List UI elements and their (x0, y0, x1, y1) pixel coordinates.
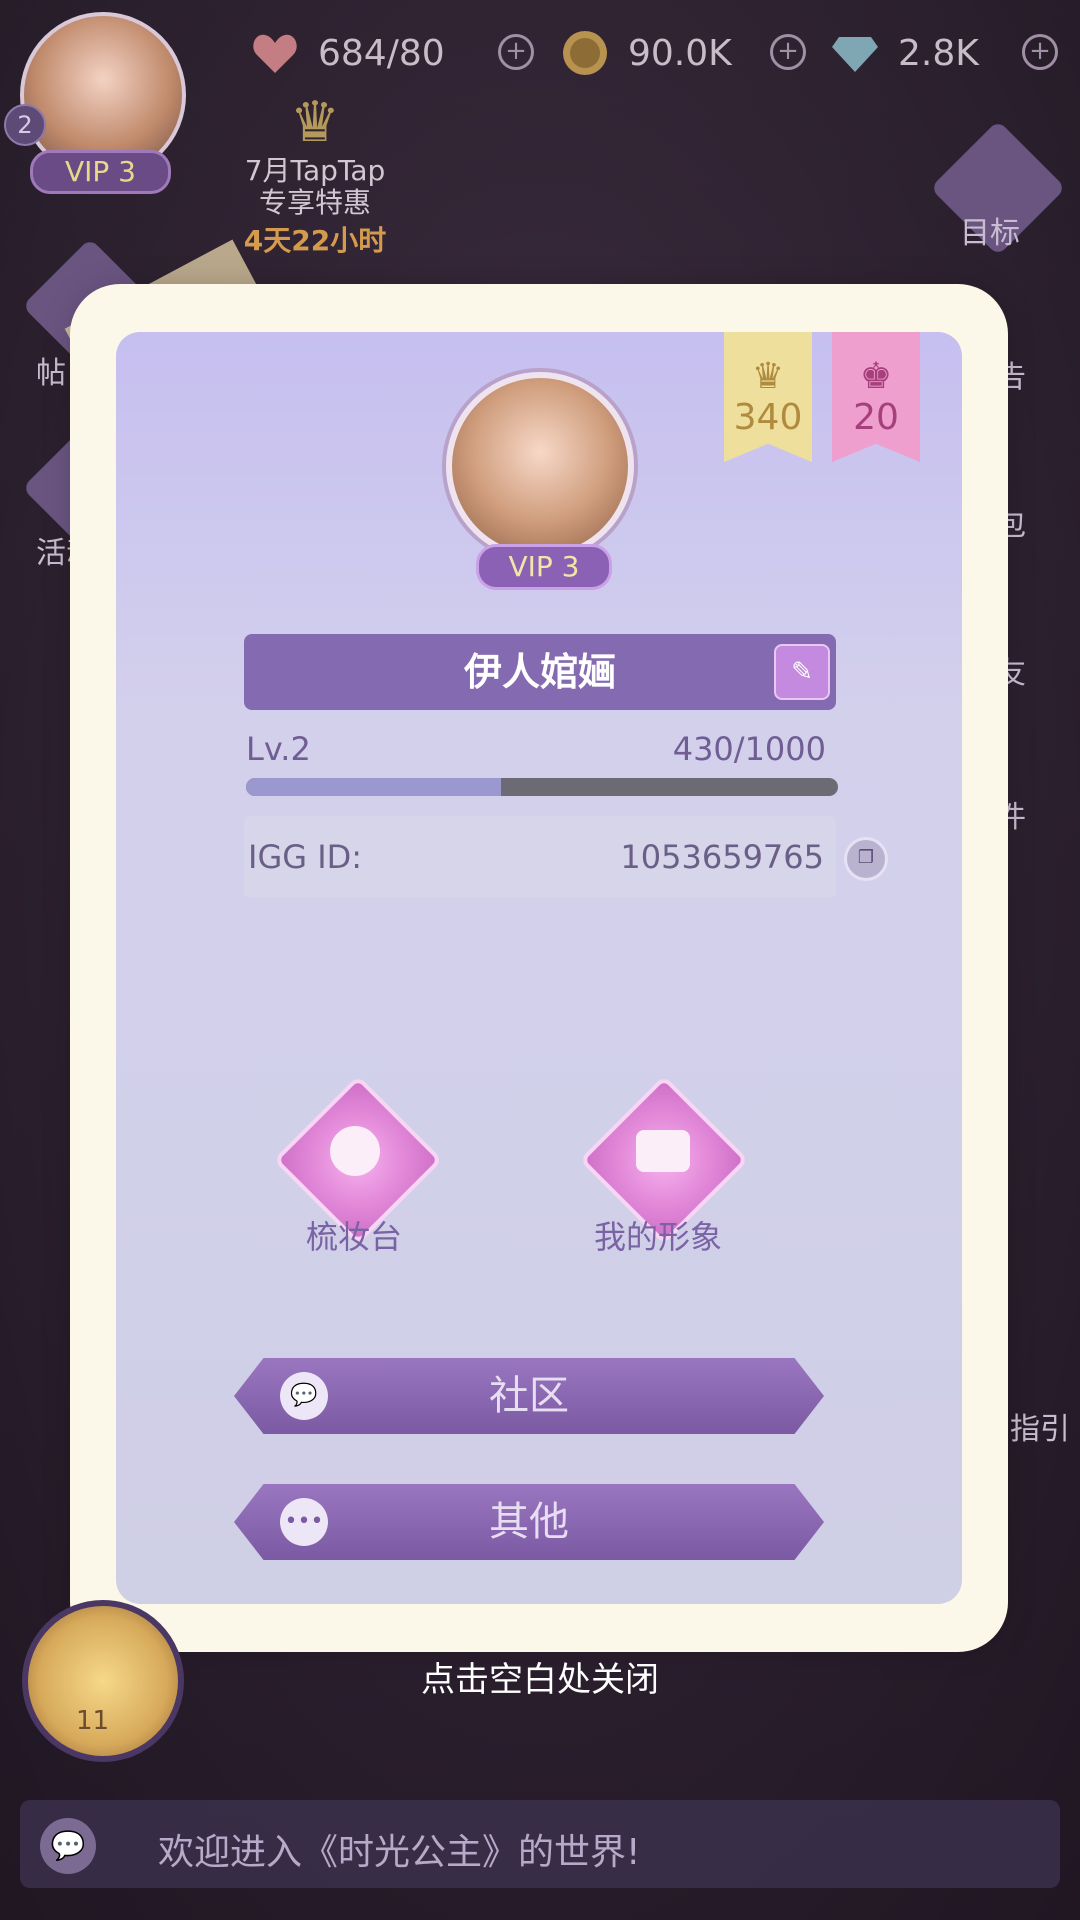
community-button[interactable]: 💬 社区 (234, 1358, 824, 1434)
coins-counter: 90.0K (560, 28, 732, 78)
exp-progress-fill (246, 778, 501, 796)
dressing-table-label: 梳妆台 (305, 1218, 402, 1256)
vip-badge: VIP 3 (476, 544, 612, 590)
my-image-label: 我的形象 (593, 1218, 722, 1256)
notification-badge: 2 (4, 104, 46, 146)
add-hearts-button[interactable]: + (498, 34, 534, 70)
help-label: 帖 (36, 356, 66, 391)
dress-ribbon: ♚ 20 (832, 332, 920, 462)
friends-label: 友 (996, 656, 1026, 691)
edit-name-button[interactable]: ✎ (774, 644, 830, 700)
other-button[interactable]: ••• 其他 (234, 1484, 824, 1560)
add-coins-button[interactable]: + (770, 34, 806, 70)
copy-icon: ❐ (857, 847, 875, 868)
crown-icon: ♛ (289, 90, 341, 155)
chat-icon[interactable]: 💬 (40, 1818, 96, 1874)
promo-timer: 4天22小时 (243, 224, 387, 257)
trophy-level-icon[interactable] (22, 1600, 184, 1762)
profile-modal: ♛ 340 ♚ 20 VIP 3 伊人婠婳 ✎ Lv.2 430/1000 IG… (86, 300, 992, 1636)
coins-value: 90.0K (628, 32, 732, 74)
player-name: 伊人婠婳 (244, 634, 836, 710)
diamonds-value: 2.8K (898, 32, 979, 74)
exp-progress-bar (246, 778, 838, 796)
player-avatar[interactable] (446, 372, 634, 560)
notice-label: 告 (996, 360, 1026, 395)
crown-ribbon: ♛ 340 (724, 332, 812, 462)
diamonds-counter: 2.8K (830, 28, 979, 78)
trophy-level-value: 11 (76, 1706, 110, 1736)
exp-value: 430/1000 (672, 730, 826, 768)
add-diamonds-button[interactable]: + (1022, 34, 1058, 70)
coin-icon (560, 28, 610, 78)
igg-id-label: IGG ID: (248, 838, 363, 876)
community-label: 社区 (489, 1373, 569, 1419)
igg-id-value: 1053659765 (620, 838, 824, 876)
heart-icon (250, 28, 300, 78)
crown-count: 340 (733, 397, 803, 438)
pencil-icon: ✎ (791, 657, 813, 687)
face-icon (330, 1126, 380, 1176)
resource-bar: 684/80 + 90.0K + 2.8K + (250, 28, 1070, 98)
hearts-value: 684/80 (318, 32, 445, 74)
other-label: 其他 (489, 1499, 569, 1545)
target-label: 目标 (960, 216, 1020, 251)
bag-label: 包 (996, 508, 1026, 543)
promo-line2: 专享特惠 (258, 186, 371, 219)
mail-label: 件 (996, 800, 1026, 835)
crown-icon: ♛ (751, 356, 785, 397)
camera-icon (636, 1130, 690, 1172)
level-label: Lv.2 (246, 730, 311, 768)
vip-badge-small: VIP 3 (30, 150, 171, 194)
promo-line1: 7月TapTap (244, 154, 386, 187)
promo-offer[interactable]: ♛ 7月TapTap 专享特惠 4天22小时 (220, 90, 410, 259)
welcome-message: 欢迎进入《时光公主》的世界! (158, 1832, 641, 1873)
diamond-icon (830, 28, 880, 78)
guide-label: 的指引 (980, 1412, 1070, 1447)
hearts-counter: 684/80 (250, 28, 445, 78)
profile-card: ♛ 340 ♚ 20 VIP 3 伊人婠婳 ✎ Lv.2 430/1000 IG… (116, 332, 962, 1604)
dress-count: 20 (853, 397, 899, 438)
dress-icon: ♚ (859, 356, 893, 397)
copy-id-button[interactable]: ❐ (844, 837, 888, 881)
